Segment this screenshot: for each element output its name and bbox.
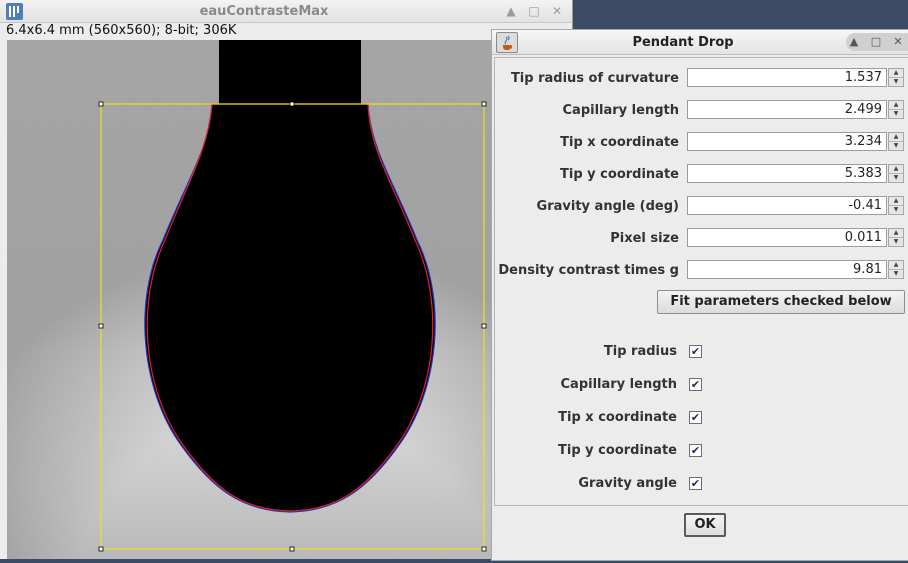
- image-window-title: eauContrasteMax: [199, 4, 329, 19]
- minimize-icon[interactable]: ▲: [503, 3, 519, 19]
- image-canvas[interactable]: [7, 40, 567, 559]
- spinner-up-icon[interactable]: ▲: [889, 101, 903, 110]
- spinner[interactable]: ▲ ▼: [888, 228, 904, 247]
- drop-image[interactable]: [7, 40, 567, 559]
- spinner-down-icon[interactable]: ▼: [889, 238, 903, 246]
- spinner-up-icon[interactable]: ▲: [889, 69, 903, 78]
- spinner[interactable]: ▲ ▼: [888, 100, 904, 119]
- tip-x-checkbox[interactable]: ✔: [689, 411, 702, 424]
- dialog-close-icon[interactable]: ✕: [890, 33, 906, 51]
- checkbox-row-tip-y: Tip y coordinate ✔: [495, 440, 908, 462]
- spinner-up-icon[interactable]: ▲: [889, 261, 903, 270]
- parameters-panel: Tip radius of curvature 1.537 ▲ ▼ Capill…: [494, 57, 908, 506]
- checkbox-label: Gravity angle: [578, 476, 677, 491]
- gravity-angle-input[interactable]: -0.41: [687, 196, 887, 215]
- field-label: Tip radius of curvature: [510, 71, 679, 86]
- spinner[interactable]: ▲ ▼: [888, 196, 904, 215]
- maximize-icon[interactable]: □: [526, 3, 542, 19]
- checkbox-row-tip-radius: Tip radius ✔: [495, 341, 908, 363]
- field-row-pixel-size: Pixel size 0.011 ▲ ▼: [495, 228, 908, 250]
- field-label: Tip x coordinate: [560, 135, 679, 150]
- tip-y-input[interactable]: 5.383: [687, 164, 887, 183]
- dialog-window-controls: ▲ □ ✕: [846, 33, 908, 51]
- spinner[interactable]: ▲ ▼: [888, 132, 904, 151]
- spinner[interactable]: ▲ ▼: [888, 68, 904, 87]
- field-label: Tip y coordinate: [560, 167, 679, 182]
- spinner-up-icon[interactable]: ▲: [889, 229, 903, 238]
- spinner-up-icon[interactable]: ▲: [889, 197, 903, 206]
- spinner-down-icon[interactable]: ▼: [889, 206, 903, 214]
- field-label: Density contrast times g: [498, 263, 679, 278]
- spinner[interactable]: ▲ ▼: [888, 164, 904, 183]
- field-row-tip-x: Tip x coordinate 3.234 ▲ ▼: [495, 132, 908, 154]
- checkbox-row-gravity-angle: Gravity angle ✔: [495, 473, 908, 495]
- dialog-titlebar[interactable]: Pendant Drop ▲ □ ✕: [492, 30, 908, 55]
- field-row-tip-radius: Tip radius of curvature 1.537 ▲ ▼: [495, 68, 908, 90]
- dialog-title: Pendant Drop: [632, 35, 734, 50]
- gravity-angle-checkbox[interactable]: ✔: [689, 477, 702, 490]
- close-icon[interactable]: ✕: [549, 3, 565, 19]
- spinner-down-icon[interactable]: ▼: [889, 174, 903, 182]
- dialog-minimize-icon[interactable]: ▲: [846, 33, 862, 51]
- spinner-down-icon[interactable]: ▼: [889, 142, 903, 150]
- tip-radius-checkbox[interactable]: ✔: [689, 345, 702, 358]
- field-row-tip-y: Tip y coordinate 5.383 ▲ ▼: [495, 164, 908, 186]
- checkbox-row-capillary-length: Capillary length ✔: [495, 374, 908, 396]
- field-label: Gravity angle (deg): [536, 199, 679, 214]
- spinner-up-icon[interactable]: ▲: [889, 133, 903, 142]
- spinner-down-icon[interactable]: ▼: [889, 110, 903, 118]
- field-label: Pixel size: [610, 231, 679, 246]
- field-row-gravity-angle: Gravity angle (deg) -0.41 ▲ ▼: [495, 196, 908, 218]
- tip-y-checkbox[interactable]: ✔: [689, 444, 702, 457]
- checkbox-row-tip-x: Tip x coordinate ✔: [495, 407, 908, 429]
- spinner[interactable]: ▲ ▼: [888, 260, 904, 279]
- pendant-drop-dialog: Pendant Drop ▲ □ ✕ Tip radius of curvatu…: [491, 29, 908, 561]
- checkbox-label: Tip radius: [603, 344, 677, 359]
- spinner-down-icon[interactable]: ▼: [889, 270, 903, 278]
- fit-parameters-button[interactable]: Fit parameters checked below: [657, 290, 905, 314]
- field-label: Capillary length: [562, 103, 679, 118]
- field-row-density-contrast: Density contrast times g 9.81 ▲ ▼: [495, 260, 908, 282]
- capillary-length-checkbox[interactable]: ✔: [689, 378, 702, 391]
- checkbox-label: Capillary length: [560, 377, 677, 392]
- checkbox-label: Tip x coordinate: [558, 410, 677, 425]
- field-row-capillary-length: Capillary length 2.499 ▲ ▼: [495, 100, 908, 122]
- density-contrast-input[interactable]: 9.81: [687, 260, 887, 279]
- checkbox-label: Tip y coordinate: [558, 443, 677, 458]
- ok-button[interactable]: OK: [684, 513, 726, 537]
- capillary-length-input[interactable]: 2.499: [687, 100, 887, 119]
- dialog-maximize-icon[interactable]: □: [868, 33, 884, 51]
- spinner-down-icon[interactable]: ▼: [889, 78, 903, 86]
- spinner-up-icon[interactable]: ▲: [889, 165, 903, 174]
- image-titlebar[interactable]: eauContrasteMax ▲ □ ✕: [0, 0, 572, 23]
- pixel-size-input[interactable]: 0.011: [687, 228, 887, 247]
- image-info: 6.4x6.4 mm (560x560); 8-bit; 306K: [6, 23, 237, 38]
- tip-x-input[interactable]: 3.234: [687, 132, 887, 151]
- tip-radius-input[interactable]: 1.537: [687, 68, 887, 87]
- image-window: eauContrasteMax ▲ □ ✕ 6.4x6.4 mm (560x56…: [0, 0, 573, 559]
